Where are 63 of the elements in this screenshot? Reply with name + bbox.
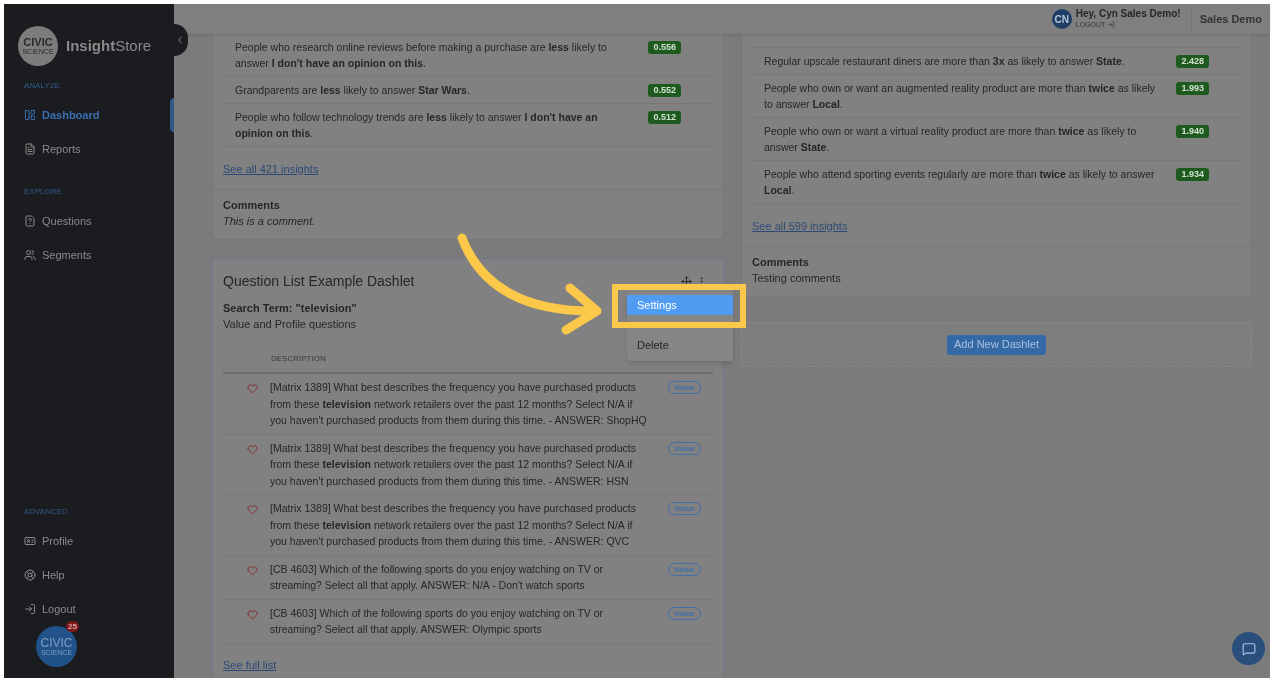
question-text: [CB 4603] Which of the following sports do you enjoy watching on TV or streaming? Select all that apply. ANSWER: N/A - Don't watch sports xyxy=(270,561,605,593)
menu-item[interactable]: Settings xyxy=(627,295,733,315)
insight-text: People who attend sporting events regularly are more than twice as likely to answer Local. xyxy=(764,167,1156,198)
insight-text: People who own or want an augmented reality product are more than twice as likely to answer Local. xyxy=(764,81,1157,112)
move-icon[interactable] xyxy=(681,276,692,287)
score-badge: 2.428 xyxy=(1176,55,1209,68)
question-text: [Matrix 1389] What best describes the frequency you have purchased products from these television network retailers over the past 12 months? Select N/A if you haven't purchased products from them during this time. - ANSWER: ShopHQ xyxy=(270,380,648,428)
see-all-link[interactable]: See all 421 insights xyxy=(223,163,319,175)
heart-icon[interactable] xyxy=(247,504,258,515)
notification-count: 25 xyxy=(66,621,79,632)
see-full-list-link[interactable]: See full list xyxy=(223,658,277,671)
user-avatar: CN xyxy=(1051,9,1072,29)
sidebar-item[interactable]: Help xyxy=(24,558,65,592)
logout-icon xyxy=(1108,21,1116,28)
item-icon xyxy=(24,535,36,547)
insight-text: People who follow technology trends are less likely to answer I don't have an opinion on this. xyxy=(235,110,599,141)
question-text: [Matrix 1389] What best describes the frequency you have purchased products from these television network retailers over the past 12 months? Select N/A if you haven't purchased products from them during this time. - ANSWER: HSN xyxy=(270,440,637,489)
sidebar-item[interactable]: Profile xyxy=(24,524,74,558)
sidebar-item[interactable]: Reports xyxy=(24,132,81,166)
question-text: [CB 4603] Which of the following sports do you enjoy watching on TV or streaming? Select all that apply. ANSWER: Olympic sports xyxy=(270,605,605,637)
heart-icon[interactable] xyxy=(247,443,258,455)
score-badge: 0.512 xyxy=(648,111,681,124)
see-all-link[interactable]: See all 599 insights xyxy=(752,220,848,232)
insight-text: Regular upscale restaurant diners are more than 3x as likely to answer State. xyxy=(764,54,1125,69)
comment-text: This is a comment. xyxy=(223,214,316,229)
column-header: DESCRIPTION xyxy=(271,354,326,363)
add-dashlet-button[interactable]: Add New Dashlet xyxy=(947,334,1046,355)
heart-icon[interactable] xyxy=(247,564,258,576)
sidebar-item[interactable]: Dashboard xyxy=(24,98,100,132)
menu-item[interactable]: Delete xyxy=(627,335,733,355)
account-name[interactable]: Sales Demo xyxy=(1199,10,1262,28)
item-icon xyxy=(24,569,36,581)
sidebar-item[interactable]: Questions xyxy=(24,204,92,238)
score-badge: 1.940 xyxy=(1176,125,1209,138)
item-icon xyxy=(24,215,36,227)
score-badge: 0.552 xyxy=(648,84,681,97)
item-icon xyxy=(24,143,36,155)
heart-icon[interactable] xyxy=(247,383,258,394)
insight-text: Grandparents are less likely to answer Star Wars. xyxy=(235,83,470,98)
comments-title: Comments xyxy=(223,198,280,213)
sidebar-item[interactable]: Segments xyxy=(24,238,92,272)
section-label: EXPLORE xyxy=(23,186,63,198)
chat-icon xyxy=(1241,641,1256,656)
insight-text: People who own or want a virtual reality product are more than twice as likely to answer State. xyxy=(764,124,1138,155)
section-label: ANALYZE xyxy=(23,80,61,92)
section-label: ADVANCED xyxy=(23,506,69,518)
score-badge: 0.556 xyxy=(648,41,681,54)
heart-icon[interactable] xyxy=(247,608,258,620)
insight-text: People who research online reviews before making a purchase are less likely to answer I don't have an opinion on this. xyxy=(235,40,608,71)
dashlet-title: Question List Example Dashlet xyxy=(223,272,415,291)
item-icon xyxy=(24,109,36,121)
active-indicator xyxy=(170,98,174,132)
comments-title: Comments xyxy=(752,255,809,270)
user-greeting: Hey, Cyn Sales Demo! xyxy=(1075,8,1181,19)
question-text: [Matrix 1389] What best describes the frequency you have purchased products from these television network retailers over the past 12 months? Select N/A if you haven't purchased products from them during this time. - ANSWER: QVC xyxy=(270,501,637,549)
score-badge: 1.934 xyxy=(1176,168,1209,181)
brand-name: InsightStore xyxy=(66,35,152,56)
score-badge: 1.993 xyxy=(1176,82,1209,95)
comment-text: Testing comments xyxy=(752,271,841,286)
search-term: Search Term: "television" xyxy=(223,301,357,316)
subtitle: Value and Profile questions xyxy=(223,317,357,332)
item-icon xyxy=(24,249,36,261)
item-icon xyxy=(24,603,36,615)
